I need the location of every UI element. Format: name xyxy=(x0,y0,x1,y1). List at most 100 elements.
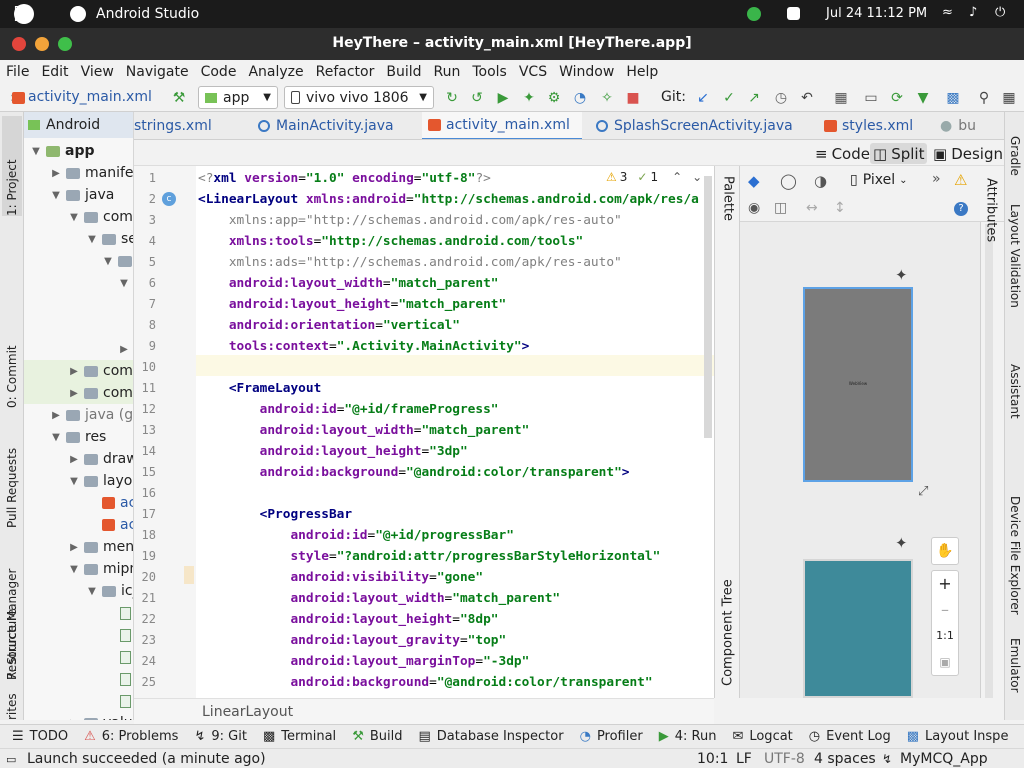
line-number[interactable]: 25 xyxy=(134,672,156,693)
tree-item-layout-file-2[interactable]: ac xyxy=(102,514,133,536)
tool-git[interactable]: ↯ 9: Git xyxy=(194,729,246,744)
code-line[interactable]: android:layout_height="match_parent" xyxy=(198,294,506,315)
tab-activity-main-xml[interactable]: activity_main.xml xyxy=(422,112,582,139)
code-line[interactable]: android:layout_marginTop="-3dp" xyxy=(198,651,529,672)
zoom-reset-button[interactable]: 1:1 xyxy=(932,623,958,649)
code-line[interactable]: xmlns:tools="http://schemas.android.com/… xyxy=(198,231,583,252)
wifi-icon[interactable]: ≈ xyxy=(942,5,953,20)
zoom-out-icon[interactable]: – xyxy=(932,597,958,623)
tray-app-icon[interactable] xyxy=(787,7,800,20)
line-number[interactable]: 19 xyxy=(134,546,156,567)
line-number[interactable]: 12 xyxy=(134,399,156,420)
device-select[interactable]: vivo vivo 1806 ▼ xyxy=(284,86,434,109)
power-icon[interactable]: ⏻ xyxy=(995,5,1005,20)
tree-item-png-2[interactable] xyxy=(120,624,133,646)
settings-icon[interactable]: ▦ xyxy=(1000,89,1018,107)
inspection-widget[interactable]: ⚠ 3 ✓ 1 ⌃ ⌄ xyxy=(606,170,703,184)
pin-icon[interactable]: ✦ xyxy=(895,266,908,284)
chevron-up-icon[interactable]: ⌃ xyxy=(672,170,682,184)
debug-attach-icon[interactable]: ✧ xyxy=(598,89,616,107)
tree-item-values[interactable]: ▶ valu xyxy=(68,712,133,720)
code-line[interactable]: <LinearLayout xmlns:android="http://sche… xyxy=(198,189,699,210)
tab-splashscreenactivity-java[interactable]: SplashScreenActivity.java xyxy=(596,112,806,139)
tree-item-java-generated[interactable]: ▶ java (ge xyxy=(50,404,133,426)
tool-event-log[interactable]: ◷ Event Log xyxy=(809,729,891,744)
tool-layout-validation[interactable]: Layout Validation xyxy=(1005,204,1024,332)
indent-setting[interactable]: 4 spaces xyxy=(814,751,876,767)
code-line[interactable]: xmlns:ads="http://schemas.android.com/ap… xyxy=(198,252,622,273)
tool-device-file-explorer[interactable]: Device File Explorer xyxy=(1005,496,1024,634)
rollback-icon[interactable]: ↶ xyxy=(798,89,816,107)
line-number[interactable]: 20 xyxy=(134,567,156,588)
menu-code[interactable]: Code xyxy=(201,64,237,80)
search-icon[interactable]: ⚲ xyxy=(975,89,993,107)
apply-changes-restart-icon[interactable]: ↻ xyxy=(443,89,461,107)
tool-problems[interactable]: ⚠ 6: Problems xyxy=(84,729,178,744)
line-number[interactable]: 11 xyxy=(134,378,156,399)
blueprint-preview[interactable] xyxy=(803,559,913,698)
columns-icon[interactable]: ◫ xyxy=(774,200,787,216)
tool-emulator[interactable]: Emulator xyxy=(1005,638,1024,718)
menu-tools[interactable]: Tools xyxy=(472,64,507,80)
tool-run[interactable]: ▶ 4: Run xyxy=(659,729,717,744)
editor-scrollbar[interactable] xyxy=(704,176,712,438)
tool-assistant[interactable]: Assistant xyxy=(1005,364,1024,434)
breadcrumb-linearlayout[interactable]: LinearLayout xyxy=(202,704,293,720)
tab-styles-xml[interactable]: styles.xml xyxy=(824,112,914,139)
design-preview[interactable]: WebView xyxy=(803,287,913,482)
line-number[interactable]: 15 xyxy=(134,462,156,483)
tree-item-png-1[interactable] xyxy=(120,602,133,624)
code-line[interactable]: <?xml version="1.0" encoding="utf-8"?> xyxy=(198,168,491,189)
line-number[interactable]: 23 xyxy=(134,630,156,651)
line-number[interactable]: 7 xyxy=(134,294,156,315)
apply-code-changes-icon[interactable]: ↺ xyxy=(468,89,486,107)
tree-item-com-test[interactable]: ▶ com xyxy=(68,382,133,404)
layers-icon[interactable]: ◆ xyxy=(748,172,760,190)
tree-item-com[interactable]: ▼ com xyxy=(68,206,133,228)
whatsapp-icon[interactable] xyxy=(747,7,761,21)
line-number[interactable]: 22 xyxy=(134,609,156,630)
tree-item-sub3[interactable]: ▶ xyxy=(118,338,133,360)
volume-icon[interactable]: ♪ xyxy=(969,5,977,20)
class-gutter-icon[interactable]: c xyxy=(162,192,176,206)
tool-terminal[interactable]: ▩ Terminal xyxy=(263,729,336,744)
history-icon[interactable]: ◷ xyxy=(772,89,790,107)
tree-item-com-androidtest[interactable]: ▶ com xyxy=(68,360,133,382)
tab-mainactivity-java[interactable]: MainActivity.java xyxy=(258,112,408,139)
orientation-icon[interactable]: ◯ xyxy=(780,172,797,190)
hammer-icon[interactable]: ⚒ xyxy=(170,89,188,107)
tool-favorites[interactable]: rites xyxy=(2,690,22,720)
tree-item-app[interactable]: ▼ app xyxy=(30,140,94,162)
stop-icon[interactable]: ■ xyxy=(624,89,642,107)
nav-file-breadcrumb[interactable]: activity_main.xml xyxy=(28,89,152,105)
help-icon[interactable]: ? xyxy=(954,202,968,216)
line-number[interactable]: 9 xyxy=(134,336,156,357)
tool-gradle[interactable]: Gradle xyxy=(1005,136,1024,196)
menu-view[interactable]: View xyxy=(81,64,114,80)
tool-profiler[interactable]: ◔ Profiler xyxy=(580,729,643,744)
tree-item-layout[interactable]: ▼ layou xyxy=(68,470,133,492)
tree-item-ic[interactable]: ▼ ic_ xyxy=(86,580,133,602)
night-mode-icon[interactable]: ◑ xyxy=(814,172,827,190)
status-message[interactable]: Launch succeeded (a minute ago) xyxy=(27,751,266,767)
code-line[interactable]: android:background="@android:color/trans… xyxy=(198,462,630,483)
tree-item-mipmap[interactable]: ▼ mipm xyxy=(68,558,133,580)
line-number[interactable]: 2 xyxy=(134,189,156,210)
code-line[interactable]: android:orientation="vertical" xyxy=(198,315,460,336)
tree-item-sub[interactable]: ▼ xyxy=(102,250,133,272)
avd-manager-icon[interactable]: ▭ xyxy=(862,89,880,107)
menu-refactor[interactable]: Refactor xyxy=(316,64,375,80)
more-icon[interactable]: » xyxy=(932,171,941,187)
tool-build[interactable]: ⚒ Build xyxy=(352,729,402,744)
tree-item-png-4[interactable] xyxy=(120,668,133,690)
code-line[interactable]: android:layout_width="match_parent" xyxy=(198,588,560,609)
code-line[interactable]: android:layout_height="3dp" xyxy=(198,441,468,462)
code-line[interactable]: android:layout_height="8dp" xyxy=(198,609,498,630)
sync-gradle-icon[interactable]: ⟳ xyxy=(888,89,906,107)
line-number[interactable]: 17 xyxy=(134,504,156,525)
tree-item-res[interactable]: ▼ res xyxy=(50,426,106,448)
vertical-resize-icon[interactable]: ↕ xyxy=(834,200,846,216)
code-line[interactable]: android:id="@+id/progressBar" xyxy=(198,525,513,546)
tab-strings-xml[interactable]: strings.xml xyxy=(134,112,252,139)
line-number[interactable]: 24 xyxy=(134,651,156,672)
